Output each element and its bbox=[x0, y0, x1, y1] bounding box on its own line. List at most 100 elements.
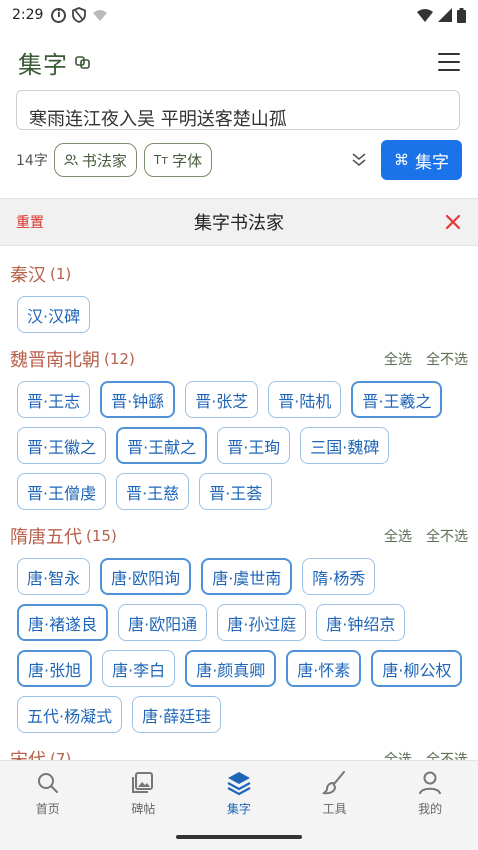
nav-label: 首页 bbox=[35, 801, 60, 816]
bottom-nav: 首页 碑帖 集字 工具 我的 bbox=[0, 760, 478, 850]
shield-icon bbox=[72, 7, 87, 23]
calligrapher-chip[interactable]: 晋·王志 bbox=[17, 381, 91, 418]
panel-header: 重置 集字书法家 bbox=[0, 198, 478, 246]
calligrapher-chip[interactable]: 唐·颜真卿 bbox=[185, 650, 277, 687]
font-button-label: 字体 bbox=[172, 151, 203, 170]
group-name: 隋唐五代 bbox=[10, 527, 82, 548]
group-section: 魏晋南北朝 (12) 全选 全不选晋·王志 晋·钟繇 晋·张芝 晋·陆机 晋·王羲之晋·王徽之… bbox=[10, 347, 468, 510]
deselect-all-button[interactable]: 全不选 bbox=[426, 749, 468, 760]
layers-icon bbox=[227, 771, 251, 795]
group-section: 秦汉 (1) 汉·汉碑 bbox=[10, 262, 468, 333]
calligrapher-chip[interactable]: 晋·王献之 bbox=[116, 427, 208, 464]
calligrapher-chip[interactable]: 唐·钟绍京 bbox=[316, 604, 406, 641]
calligrapher-chip[interactable]: 五代·杨凝式 bbox=[17, 696, 123, 733]
calligrapher-chip[interactable]: 唐·柳公权 bbox=[371, 650, 463, 687]
text-input[interactable]: 寒雨连江夜入吴 平明送客楚山孤 bbox=[16, 90, 460, 130]
calligrapher-chip[interactable]: 唐·张旭 bbox=[17, 650, 93, 687]
status-left-icons: i bbox=[51, 7, 108, 23]
text-input-value: 寒雨连江夜入吴 平明送客楚山孤 bbox=[29, 109, 287, 130]
info-icon: i bbox=[51, 7, 67, 23]
group-count: (1) bbox=[50, 265, 72, 283]
page-title: 集字 bbox=[18, 50, 68, 79]
status-time: 2:29 bbox=[12, 7, 44, 23]
calligrapher-chip[interactable]: 唐·虞世南 bbox=[201, 558, 293, 595]
nav-item[interactable]: 我的 bbox=[382, 761, 478, 825]
calligrapher-chip[interactable]: 晋·钟繇 bbox=[100, 381, 176, 418]
group-section: 隋唐五代 (15) 全选 全不选唐·智永 唐·欧阳询 唐·虞世南 隋·杨秀唐·褚遂良 唐·欧阳… bbox=[10, 524, 468, 733]
calligrapher-chip[interactable]: 唐·薛廷珪 bbox=[132, 696, 222, 733]
collect-button[interactable]: ⌘ 集字 bbox=[381, 140, 462, 180]
chip-list: 唐·智永 唐·欧阳询 唐·虞世南 隋·杨秀唐·褚遂良 唐·欧阳通 唐·孙过庭 唐·钟绍京唐·… bbox=[10, 558, 468, 733]
action-row: 14字 书法家 Tт 字体 ⌘ 集字 bbox=[16, 140, 462, 180]
command-icon: ⌘ bbox=[394, 151, 409, 169]
close-icon[interactable] bbox=[442, 211, 464, 233]
group-actions: 全选 全不选 bbox=[384, 526, 468, 546]
app-header: 集字 bbox=[0, 38, 478, 86]
home-indicator[interactable] bbox=[176, 835, 302, 839]
menu-icon[interactable] bbox=[438, 53, 460, 71]
calligrapher-chip[interactable]: 晋·陆机 bbox=[268, 381, 342, 418]
calligrapher-chip[interactable]: 晋·王珣 bbox=[217, 427, 291, 464]
calligrapher-chip[interactable]: 汉·汉碑 bbox=[17, 296, 91, 333]
calligrapher-chip[interactable]: 唐·欧阳询 bbox=[100, 558, 192, 595]
select-all-button[interactable]: 全选 bbox=[384, 349, 412, 369]
people-icon bbox=[64, 154, 78, 166]
group-name: 魏晋南北朝 bbox=[10, 350, 100, 371]
group-actions: 全选 全不选 bbox=[384, 349, 468, 369]
deselect-all-button[interactable]: 全不选 bbox=[426, 349, 468, 369]
calligrapher-chip[interactable]: 唐·欧阳通 bbox=[118, 604, 208, 641]
group-name: 宋代 bbox=[10, 746, 46, 760]
nav-label: 我的 bbox=[418, 801, 443, 816]
calligrapher-button-label: 书法家 bbox=[81, 151, 127, 170]
font-button[interactable]: Tт 字体 bbox=[143, 143, 213, 177]
group-header: 隋唐五代 (15) 全选 全不选 bbox=[10, 524, 468, 548]
calligrapher-button[interactable]: 书法家 bbox=[53, 143, 137, 177]
person-icon bbox=[419, 771, 442, 794]
reset-button[interactable]: 重置 bbox=[16, 212, 44, 232]
search-icon bbox=[37, 772, 58, 793]
calligrapher-list: 秦汉 (1) 汉·汉碑 魏晋南北朝 (12) 全选 全不选 晋·王志 晋·钟繇 晋·张芝 晋·陆机晋… bbox=[0, 248, 478, 760]
group-actions: 全选 全不选 bbox=[384, 749, 468, 760]
select-all-button[interactable]: 全选 bbox=[384, 526, 412, 546]
image-icon bbox=[132, 771, 154, 793]
group-header: 宋代 (7) 全选 全不选 bbox=[10, 747, 468, 760]
calligrapher-chip[interactable]: 唐·怀素 bbox=[286, 650, 362, 687]
calligrapher-chip[interactable]: 晋·王羲之 bbox=[351, 381, 443, 418]
calligrapher-chip[interactable]: 唐·李白 bbox=[102, 650, 176, 687]
nav-label: 碑帖 bbox=[131, 801, 156, 816]
nav-item[interactable]: 首页 bbox=[0, 761, 96, 825]
select-all-button[interactable]: 全选 bbox=[384, 749, 412, 760]
group-header: 魏晋南北朝 (12) 全选 全不选 bbox=[10, 347, 468, 371]
calligrapher-chip[interactable]: 隋·杨秀 bbox=[302, 558, 376, 595]
nav-label: 工具 bbox=[322, 801, 347, 816]
calligrapher-chip[interactable]: 唐·孙过庭 bbox=[217, 604, 307, 641]
chevron-double-down-icon[interactable] bbox=[351, 152, 367, 168]
collect-button-label: 集字 bbox=[415, 152, 449, 173]
brush-icon bbox=[321, 770, 345, 794]
group-count: (15) bbox=[86, 527, 117, 545]
signal-icon bbox=[438, 8, 452, 22]
calligrapher-chip[interactable]: 唐·智永 bbox=[17, 558, 91, 595]
deselect-all-button[interactable]: 全不选 bbox=[426, 526, 468, 546]
link-icon[interactable] bbox=[74, 53, 92, 71]
calligrapher-chip[interactable]: 晋·王慈 bbox=[116, 473, 190, 510]
group-name: 秦汉 bbox=[10, 265, 46, 286]
char-count: 14字 bbox=[16, 153, 48, 169]
group-header: 秦汉 (1) bbox=[10, 262, 468, 286]
panel-title: 集字书法家 bbox=[194, 213, 284, 234]
group-count: (7) bbox=[50, 750, 72, 760]
calligrapher-chip[interactable]: 晋·王徽之 bbox=[17, 427, 107, 464]
calligrapher-chip[interactable]: 晋·张芝 bbox=[185, 381, 259, 418]
battery-icon bbox=[457, 7, 466, 23]
calligrapher-chip[interactable]: 唐·褚遂良 bbox=[17, 604, 109, 641]
nav-item[interactable]: 集字 bbox=[191, 761, 287, 825]
calligrapher-chip[interactable]: 晋·王僧虔 bbox=[17, 473, 107, 510]
nav-item[interactable]: 碑帖 bbox=[96, 761, 192, 825]
status-right-icons bbox=[417, 7, 466, 23]
nav-item[interactable]: 工具 bbox=[287, 761, 383, 825]
wifi-question-icon bbox=[93, 10, 108, 21]
calligrapher-chip[interactable]: 晋·王荟 bbox=[199, 473, 273, 510]
calligrapher-chip[interactable]: 三国·魏碑 bbox=[300, 427, 390, 464]
nav-label: 集字 bbox=[226, 801, 251, 816]
group-section: 宋代 (7) 全选 全不选 bbox=[10, 747, 468, 760]
